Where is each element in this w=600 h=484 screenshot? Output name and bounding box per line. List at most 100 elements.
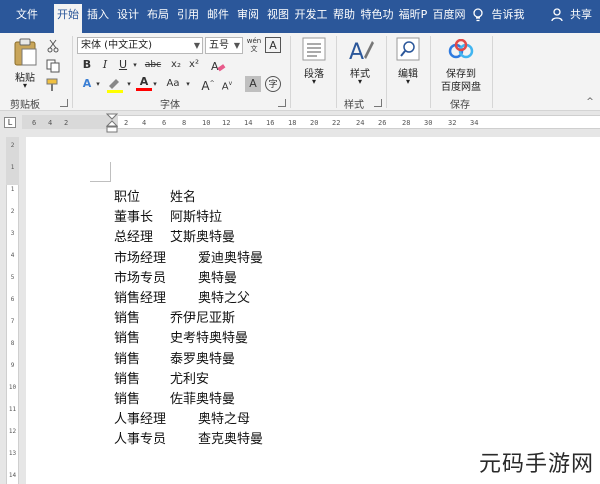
ruler-tick-label: 10 [202, 119, 211, 127]
ribbon-separator [72, 36, 73, 108]
share-button[interactable]: 共享 [566, 4, 596, 26]
tab-layout[interactable]: 布局 [144, 4, 172, 26]
watermark-text: 元码手游网 [478, 452, 594, 477]
grow-font-button[interactable]: A^ [200, 76, 216, 93]
grow-font-text: A [201, 79, 210, 93]
vertical-ruler-tick-label: 13 [8, 450, 17, 457]
ruler-tick-label: 16 [266, 119, 275, 127]
tab-selector[interactable]: L [4, 117, 16, 128]
underline-dropdown-icon[interactable]: ▾ [130, 57, 140, 73]
vertical-ruler-tick-label: 1 [10, 164, 15, 171]
superscript-button[interactable]: x² [186, 57, 202, 73]
ribbon-separator [492, 36, 493, 108]
vertical-ruler-tick-label: 7 [10, 318, 15, 325]
italic-button[interactable]: I [97, 57, 113, 73]
doc-name-cell: 姓名 [170, 190, 197, 205]
ruler-tick-label: 26 [378, 119, 387, 127]
doc-name-cell: 尤利安 [170, 371, 210, 387]
ribbon-separator [430, 36, 431, 108]
font-color-dropdown-icon[interactable]: ▾ [150, 76, 160, 92]
clipboard-dialog-launcher[interactable] [60, 99, 68, 107]
phonetic-guide-icon[interactable]: wén 文 [246, 37, 262, 53]
tab-design[interactable]: 设计 [114, 4, 142, 26]
format-painter-icon[interactable] [46, 78, 60, 92]
font-size-combo[interactable]: 五号 ▼ [205, 37, 243, 54]
doc-name-cell: 乔伊尼亚斯 [170, 311, 236, 327]
styles-group-label: 样式 [344, 100, 364, 111]
styles-icon[interactable]: A [348, 37, 374, 63]
lightbulb-icon[interactable] [470, 7, 486, 23]
vertical-ruler-tick-label: 6 [10, 296, 15, 303]
tab-mailings[interactable]: 邮件 [204, 4, 232, 26]
tab-developer[interactable]: 开发工 [294, 4, 328, 26]
text-effects-dropdown-icon[interactable]: ▾ [93, 76, 103, 92]
vertical-ruler-tick-label: 5 [10, 274, 15, 281]
underline-button[interactable]: U [115, 57, 131, 73]
highlighter-icon[interactable] [106, 76, 124, 94]
paragraph-icon[interactable] [302, 37, 326, 61]
document-page[interactable] [26, 137, 600, 484]
change-case-dropdown-icon[interactable]: ▾ [183, 76, 193, 92]
tab-view[interactable]: 视图 [264, 4, 292, 26]
styles-dropdown-icon[interactable]: ▾ [353, 77, 367, 86]
shrink-font-button[interactable]: Av [219, 76, 235, 92]
doc-title-cell: 销售 [114, 311, 141, 327]
user-icon[interactable] [550, 7, 566, 23]
doc-name-cell: 艾斯奥特曼 [170, 230, 236, 246]
clear-formatting-icon[interactable]: A [210, 58, 226, 74]
ribbon-separator [336, 36, 337, 108]
tab-file[interactable]: 文件 [10, 4, 44, 26]
svg-text:A: A [349, 40, 364, 63]
font-dialog-launcher[interactable] [278, 99, 286, 107]
tab-references[interactable]: 引用 [174, 4, 202, 26]
doc-name-cell: 奥特之母 [198, 412, 251, 428]
styles-dialog-launcher[interactable] [374, 99, 382, 107]
doc-title-cell: 职位 [114, 190, 141, 205]
cut-icon[interactable] [46, 39, 60, 53]
strikethrough-button[interactable]: abc [142, 57, 164, 73]
doc-title-cell: 销售经理 [114, 291, 167, 306]
character-border-icon[interactable]: A [265, 37, 281, 53]
bold-button[interactable]: B [79, 57, 95, 73]
font-name-combo[interactable]: 宋体 (中文正文) ▼ [77, 37, 203, 54]
enclose-characters-button[interactable]: 字 [265, 76, 281, 92]
tab-home[interactable]: 开始 [54, 4, 82, 33]
change-case-button[interactable]: Aa [163, 76, 183, 92]
save-to-baidu-line2[interactable]: 百度网盘 [436, 78, 486, 93]
ruler-tick-label: 18 [288, 119, 297, 127]
tell-me-search[interactable]: 告诉我 [488, 4, 528, 26]
tab-insert[interactable]: 插入 [84, 4, 112, 26]
character-shading-button[interactable]: A [245, 76, 261, 92]
indent-marker-icon[interactable] [106, 113, 118, 133]
paste-icon[interactable] [12, 37, 38, 67]
doc-title-cell: 总经理 [114, 230, 154, 246]
ruler-tick-label: 30 [424, 119, 433, 127]
doc-title-cell: 销售 [114, 351, 141, 367]
vertical-ruler-tick-label: 12 [8, 428, 17, 435]
doc-name-cell: 佐菲奥特曼 [170, 392, 236, 407]
clipboard-group-label: 剪贴板 [10, 100, 40, 111]
tab-foxit-pdf[interactable]: 福昕P [396, 4, 430, 26]
tab-review[interactable]: 审阅 [234, 4, 262, 26]
tab-special[interactable]: 特色功 [360, 4, 394, 26]
subscript-button[interactable]: x₂ [168, 57, 184, 73]
ribbon-separator [290, 36, 291, 108]
vertical-ruler-tick-label: 2 [10, 142, 15, 149]
doc-title-cell: 市场经理 [114, 250, 167, 266]
editing-dropdown-icon[interactable]: ▾ [401, 77, 415, 86]
word-window: 文件 开始 插入 设计 布局 引用 邮件 审阅 视图 开发工 帮助 特色功 福昕… [0, 0, 600, 484]
search-icon[interactable] [396, 37, 420, 61]
highlight-dropdown-icon[interactable]: ▾ [124, 76, 134, 92]
copy-icon[interactable] [46, 59, 60, 73]
baidu-netdisk-icon[interactable] [448, 39, 474, 59]
doc-name-cell: 泰罗奥特曼 [170, 351, 236, 367]
doc-name-cell: 史考特奥特曼 [170, 331, 249, 347]
paste-dropdown-icon[interactable]: ▾ [18, 81, 32, 90]
vertical-ruler-tick-label: 9 [10, 362, 15, 369]
collapse-ribbon-icon[interactable]: ^ [584, 97, 596, 107]
ruler-tick-label: 4 [48, 119, 53, 127]
tab-baidu-netdisk[interactable]: 百度网 [432, 4, 466, 26]
ruler-tick-label: 14 [244, 119, 253, 127]
paragraph-dropdown-icon[interactable]: ▾ [307, 77, 321, 86]
tab-help[interactable]: 帮助 [330, 4, 358, 26]
